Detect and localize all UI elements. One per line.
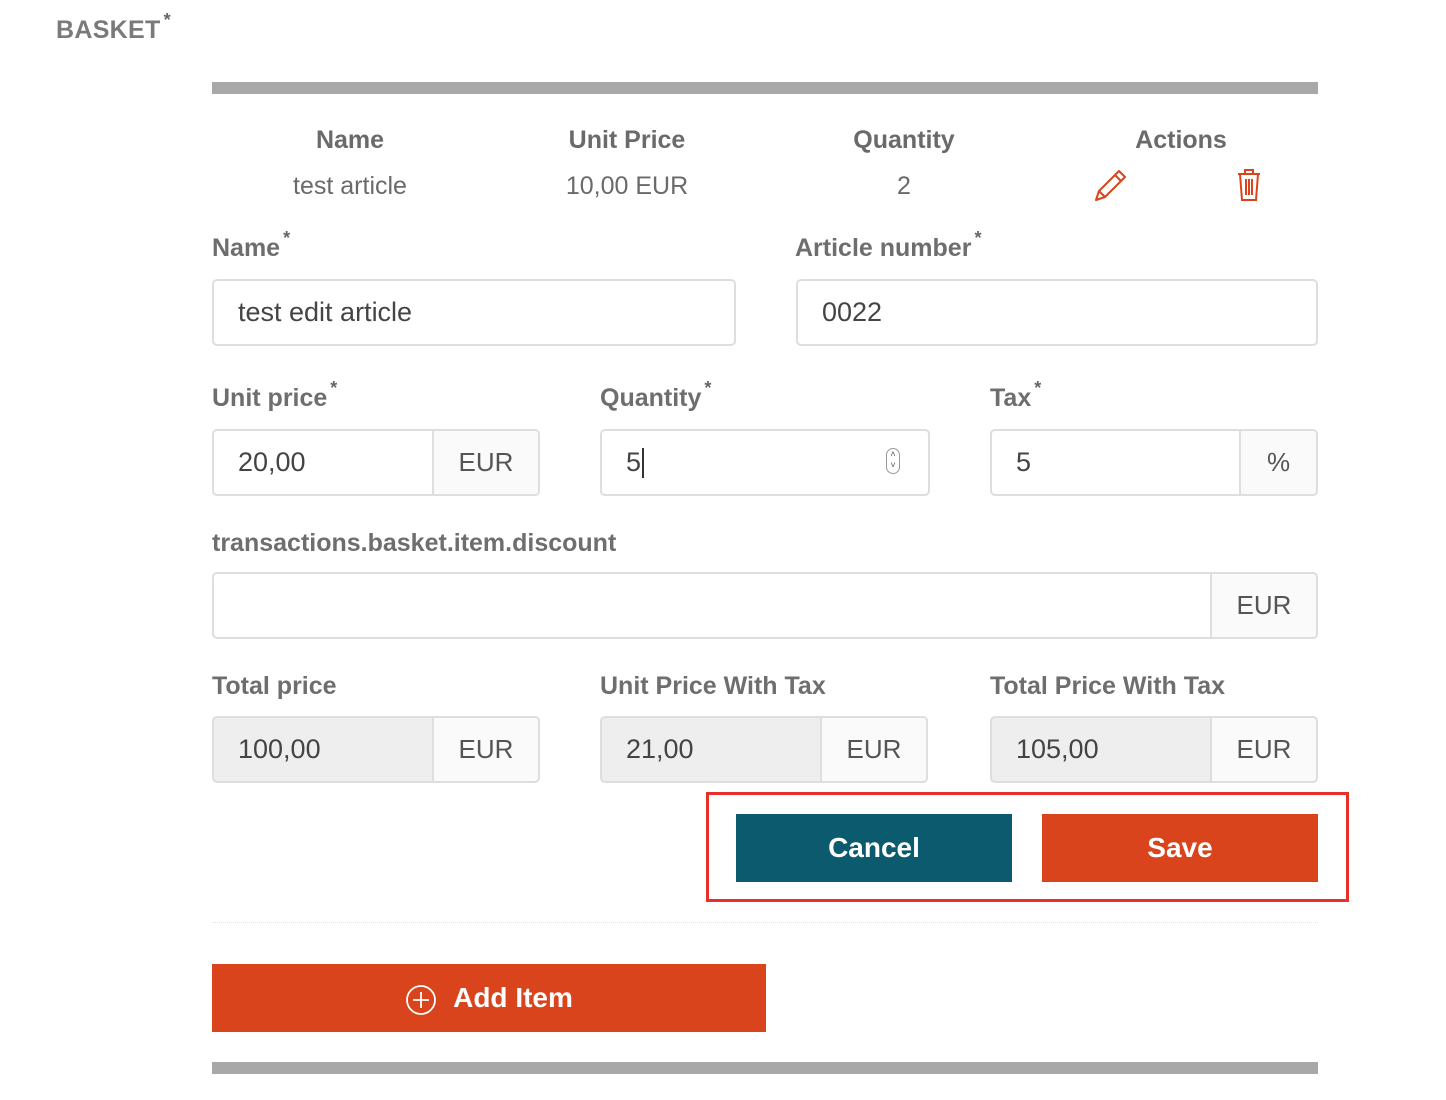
required-mark: *	[704, 378, 712, 398]
total-price-field: 100,00 EUR	[212, 716, 540, 783]
total-price-with-tax-label: Total Price With Tax	[990, 672, 1225, 700]
name-input-value: test edit article	[238, 297, 413, 327]
name-label: Name *	[212, 228, 290, 263]
quantity-input-value: 5	[602, 431, 928, 494]
article-number-input[interactable]: 0022	[796, 279, 1318, 346]
article-number-label: Article number *	[795, 228, 981, 263]
section-title: BASKET *	[56, 10, 171, 45]
quantity-stepper[interactable]: 5 ˄ ˅	[600, 429, 930, 496]
discount-input-value	[214, 574, 1210, 637]
tax-label-text: Tax	[990, 384, 1032, 412]
name-label-text: Name	[212, 234, 281, 262]
total-price-currency-addon: EUR	[432, 718, 538, 781]
tax-label: Tax *	[990, 378, 1041, 413]
total-price-value: 100,00	[238, 734, 321, 764]
required-mark: *	[163, 10, 171, 30]
required-mark: *	[330, 378, 338, 398]
column-header-name: Name	[315, 126, 385, 154]
text-caret	[642, 447, 645, 478]
name-input[interactable]: test edit article	[212, 279, 736, 346]
table-row: test article 10,00 EUR 2	[212, 160, 1318, 210]
save-button[interactable]: Save	[1042, 814, 1318, 882]
edit-button[interactable]	[1092, 166, 1128, 204]
unit-price-label: Unit price *	[212, 378, 337, 413]
delete-button[interactable]	[1236, 168, 1262, 202]
trash-icon	[1238, 169, 1260, 201]
column-header-actions: Actions	[1135, 126, 1227, 154]
required-mark: *	[283, 228, 291, 248]
column-header-quantity: Quantity	[853, 126, 955, 154]
total-price-with-tax-field: 105,00 EUR	[990, 716, 1318, 783]
unit-price-with-tax-label: Unit Price With Tax	[600, 672, 826, 700]
plus-circle-icon	[406, 985, 437, 1015]
cell-name: test article	[293, 172, 407, 200]
column-header-unit-price: Unit Price	[568, 126, 686, 154]
cancel-button[interactable]: Cancel	[736, 814, 1012, 882]
unit-price-with-tax-currency-addon: EUR	[820, 718, 926, 781]
cell-quantity: 2	[897, 172, 911, 200]
article-number-input-value: 0022	[822, 297, 883, 327]
unit-price-label-text: Unit price	[212, 384, 328, 412]
discount-label: transactions.basket.item.discount	[212, 529, 617, 557]
tax-input[interactable]: 5 %	[990, 429, 1318, 496]
quantity-value-text: 5	[626, 447, 642, 477]
section-title-text: BASKET	[56, 16, 161, 44]
unit-price-input[interactable]: 20,00 EUR	[212, 429, 540, 496]
add-item-label: Add Item	[453, 982, 573, 1013]
required-mark: *	[1034, 378, 1042, 398]
tax-percent-addon: %	[1239, 431, 1316, 494]
quantity-label: Quantity *	[600, 378, 711, 413]
top-divider-bar	[212, 82, 1318, 94]
tax-input-value: 5	[1016, 447, 1032, 477]
unit-price-with-tax-field: 21,00 EUR	[600, 716, 928, 783]
dotted-divider	[212, 922, 1318, 923]
add-item-button[interactable]: Add Item	[212, 964, 766, 1032]
total-price-with-tax-value: 105,00	[1016, 734, 1099, 764]
pencil-icon	[1095, 170, 1126, 201]
unit-price-currency-addon: EUR	[432, 431, 538, 494]
total-price-with-tax-currency-addon: EUR	[1210, 718, 1316, 781]
bottom-divider-bar	[212, 1062, 1318, 1074]
total-price-label: Total price	[212, 672, 337, 700]
stepper-arrows-icon[interactable]: ˄ ˅	[886, 448, 900, 474]
unit-price-with-tax-value: 21,00	[626, 734, 694, 764]
discount-input[interactable]: EUR	[212, 572, 1318, 639]
discount-currency-addon: EUR	[1210, 574, 1316, 637]
cell-unit-price: 10,00 EUR	[565, 172, 689, 200]
unit-price-input-value: 20,00	[238, 447, 306, 477]
quantity-label-text: Quantity	[600, 384, 702, 412]
article-number-label-text: Article number	[795, 234, 972, 262]
required-mark: *	[974, 228, 982, 248]
